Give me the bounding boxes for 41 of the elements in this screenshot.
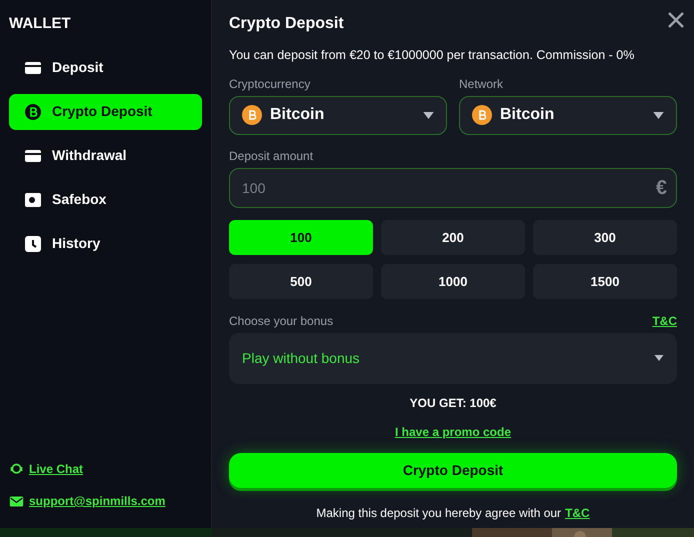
amount-option[interactable]: 200 xyxy=(381,220,525,255)
close-icon[interactable] xyxy=(666,10,686,30)
field-label: Deposit amount xyxy=(229,148,314,165)
amount-option[interactable]: 300 xyxy=(533,220,677,255)
nav-item[interactable]: History xyxy=(9,226,202,262)
crypto-deposit-button[interactable]: Crypto Deposit xyxy=(229,452,677,488)
caret-icon xyxy=(423,112,434,119)
bitcoin-icon xyxy=(472,105,492,126)
bitcoin-icon xyxy=(24,102,42,120)
headset-icon xyxy=(9,462,24,476)
nav-item[interactable]: Safebox xyxy=(9,182,202,218)
safe-icon xyxy=(24,190,42,208)
agreement-text: Making this deposit you hereby agree with our xyxy=(316,504,562,522)
currency-sign: € xyxy=(656,176,667,201)
nav-item[interactable]: Crypto Deposit xyxy=(9,94,202,130)
field-label: Choose your bonus xyxy=(229,312,334,330)
live-chat-link[interactable]: Live Chat xyxy=(29,460,84,478)
terms-link[interactable]: T&C xyxy=(652,312,677,330)
clock-icon xyxy=(24,234,42,252)
terms-link[interactable]: T&C xyxy=(565,504,590,522)
dialog-title: Crypto Deposit xyxy=(229,14,344,34)
crypto-select[interactable]: Bitcoin xyxy=(459,96,677,135)
email-link[interactable]: support@spinmills.com xyxy=(29,492,166,510)
nav-item[interactable]: Deposit xyxy=(9,50,202,86)
nav-item[interactable]: Withdrawal xyxy=(9,138,202,174)
field-label: Network xyxy=(459,76,504,93)
amount-option[interactable]: 500 xyxy=(229,264,373,299)
bonus-select[interactable]: Play without bonus xyxy=(229,332,677,384)
sidebar-title: WALLET xyxy=(8,14,71,34)
info-text: You can deposit from €20 to €1000000 per transaction. Commission - 0% xyxy=(229,47,634,64)
field-label: Cryptocurrency xyxy=(229,76,310,93)
crypto-select[interactable]: Bitcoin xyxy=(229,96,447,135)
amount-option[interactable]: 1000 xyxy=(381,264,525,299)
mail-icon xyxy=(9,494,24,508)
caret-icon xyxy=(653,112,664,119)
amount-option[interactable]: 100 xyxy=(229,220,373,255)
promo-code-link[interactable]: I have a promo code xyxy=(394,422,512,441)
you-get-text: YOU GET: 100€ xyxy=(410,394,496,412)
amount-option[interactable]: 1500 xyxy=(533,264,677,299)
bitcoin-icon xyxy=(242,105,262,126)
caret-icon xyxy=(654,355,664,362)
